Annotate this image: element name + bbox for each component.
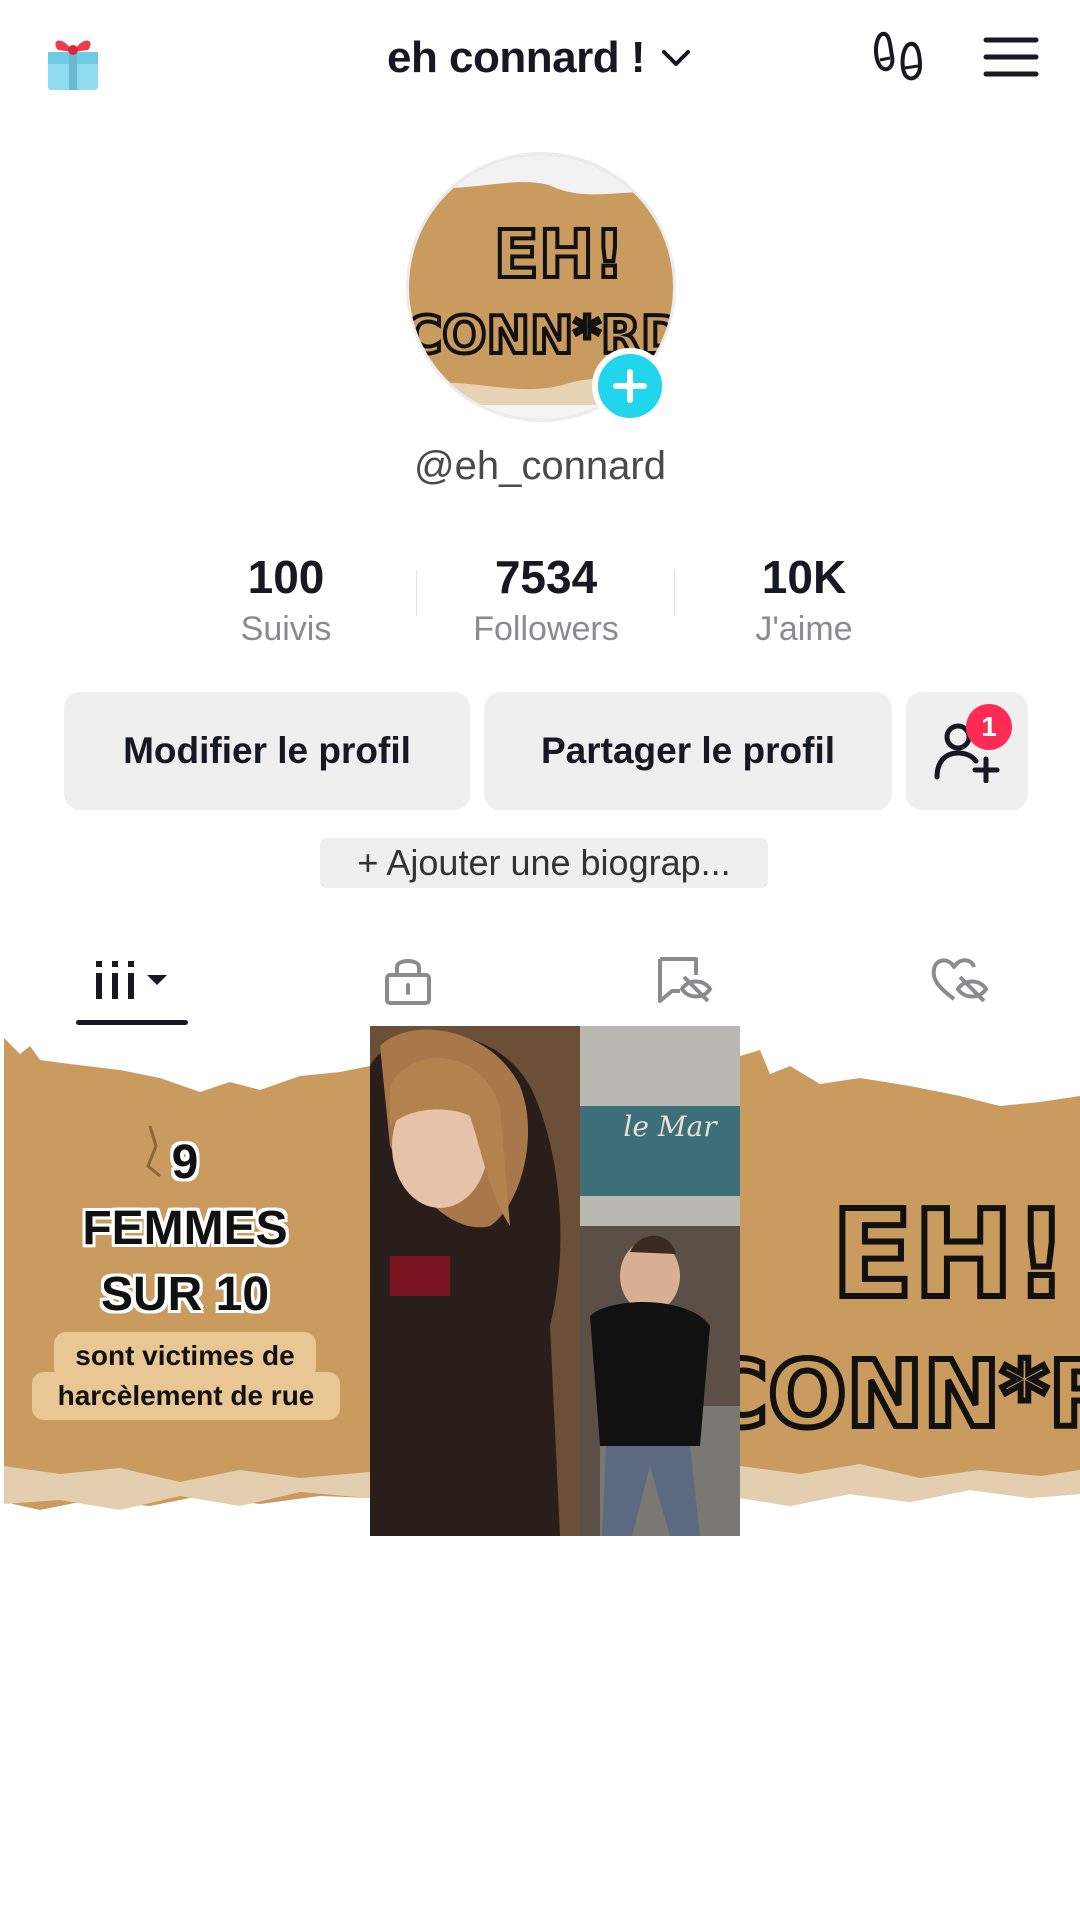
thumbnail-1-headline-3: SUR 10	[100, 1268, 270, 1321]
likes-count: 10K	[761, 551, 847, 603]
thumbnail-3-logo-line1: EH!	[831, 1186, 1068, 1325]
lock-icon	[385, 959, 431, 1005]
following-label: Suivis	[240, 610, 332, 648]
account-title[interactable]: eh connard !	[387, 33, 646, 83]
tab-private[interactable]	[296, 940, 520, 1020]
stat-divider	[416, 570, 417, 616]
followers-count: 7534	[494, 551, 598, 603]
friend-request-badge: 1	[966, 704, 1012, 750]
active-tab-indicator	[76, 1020, 188, 1025]
tab-reposts-hidden[interactable]	[572, 940, 796, 1020]
repost-eye-off-icon	[658, 957, 713, 1003]
add-avatar-button[interactable]	[592, 348, 668, 424]
storefront-sign: le Mar	[623, 1110, 718, 1143]
footprints-icon[interactable]	[872, 28, 928, 86]
tab-liked-hidden[interactable]	[848, 940, 1072, 1020]
grid-bars-icon	[96, 961, 167, 999]
edit-profile-button[interactable]: Modifier le profil	[64, 692, 470, 810]
tab-videos[interactable]	[20, 940, 244, 1020]
video-thumbnail-1[interactable]: 9 FEMMES SUR 10 sont victimes de harcèle…	[0, 1026, 370, 1536]
thumbnail-1-caption-2: harcèlement de rue	[32, 1372, 340, 1420]
video-thumbnail-3[interactable]: EH! CONN*R	[740, 1026, 1080, 1536]
thumbnail-1-headline-2: FEMMES	[82, 1202, 288, 1255]
find-friends-button[interactable]	[906, 692, 1028, 810]
followers-stat[interactable]: 7534 Followers	[421, 550, 671, 649]
avatar-logo-line1: EH!	[494, 216, 624, 293]
video-thumbnail-2[interactable]: le Mar	[370, 1026, 740, 1536]
heart-eye-off-icon	[931, 958, 989, 1003]
likes-label: J'aime	[755, 610, 853, 648]
caret-down-icon	[147, 975, 167, 985]
thumbnail-3-logo-line2: CONN*R	[740, 1341, 1080, 1448]
following-stat[interactable]: 100 Suivis	[161, 550, 411, 649]
share-profile-button[interactable]: Partager le profil	[484, 692, 892, 810]
thumbnail-1-headline-1: 9	[171, 1136, 199, 1189]
likes-stat[interactable]: 10K J'aime	[679, 550, 929, 649]
following-count: 100	[247, 551, 325, 603]
plus-icon	[613, 369, 647, 403]
chevron-down-icon[interactable]	[659, 41, 693, 75]
add-bio-button[interactable]: + Ajouter une biograp...	[320, 838, 768, 888]
stat-divider	[674, 570, 675, 616]
hamburger-menu-icon[interactable]	[982, 32, 1040, 82]
followers-label: Followers	[473, 610, 619, 648]
username-handle: @eh_connard	[414, 444, 666, 488]
